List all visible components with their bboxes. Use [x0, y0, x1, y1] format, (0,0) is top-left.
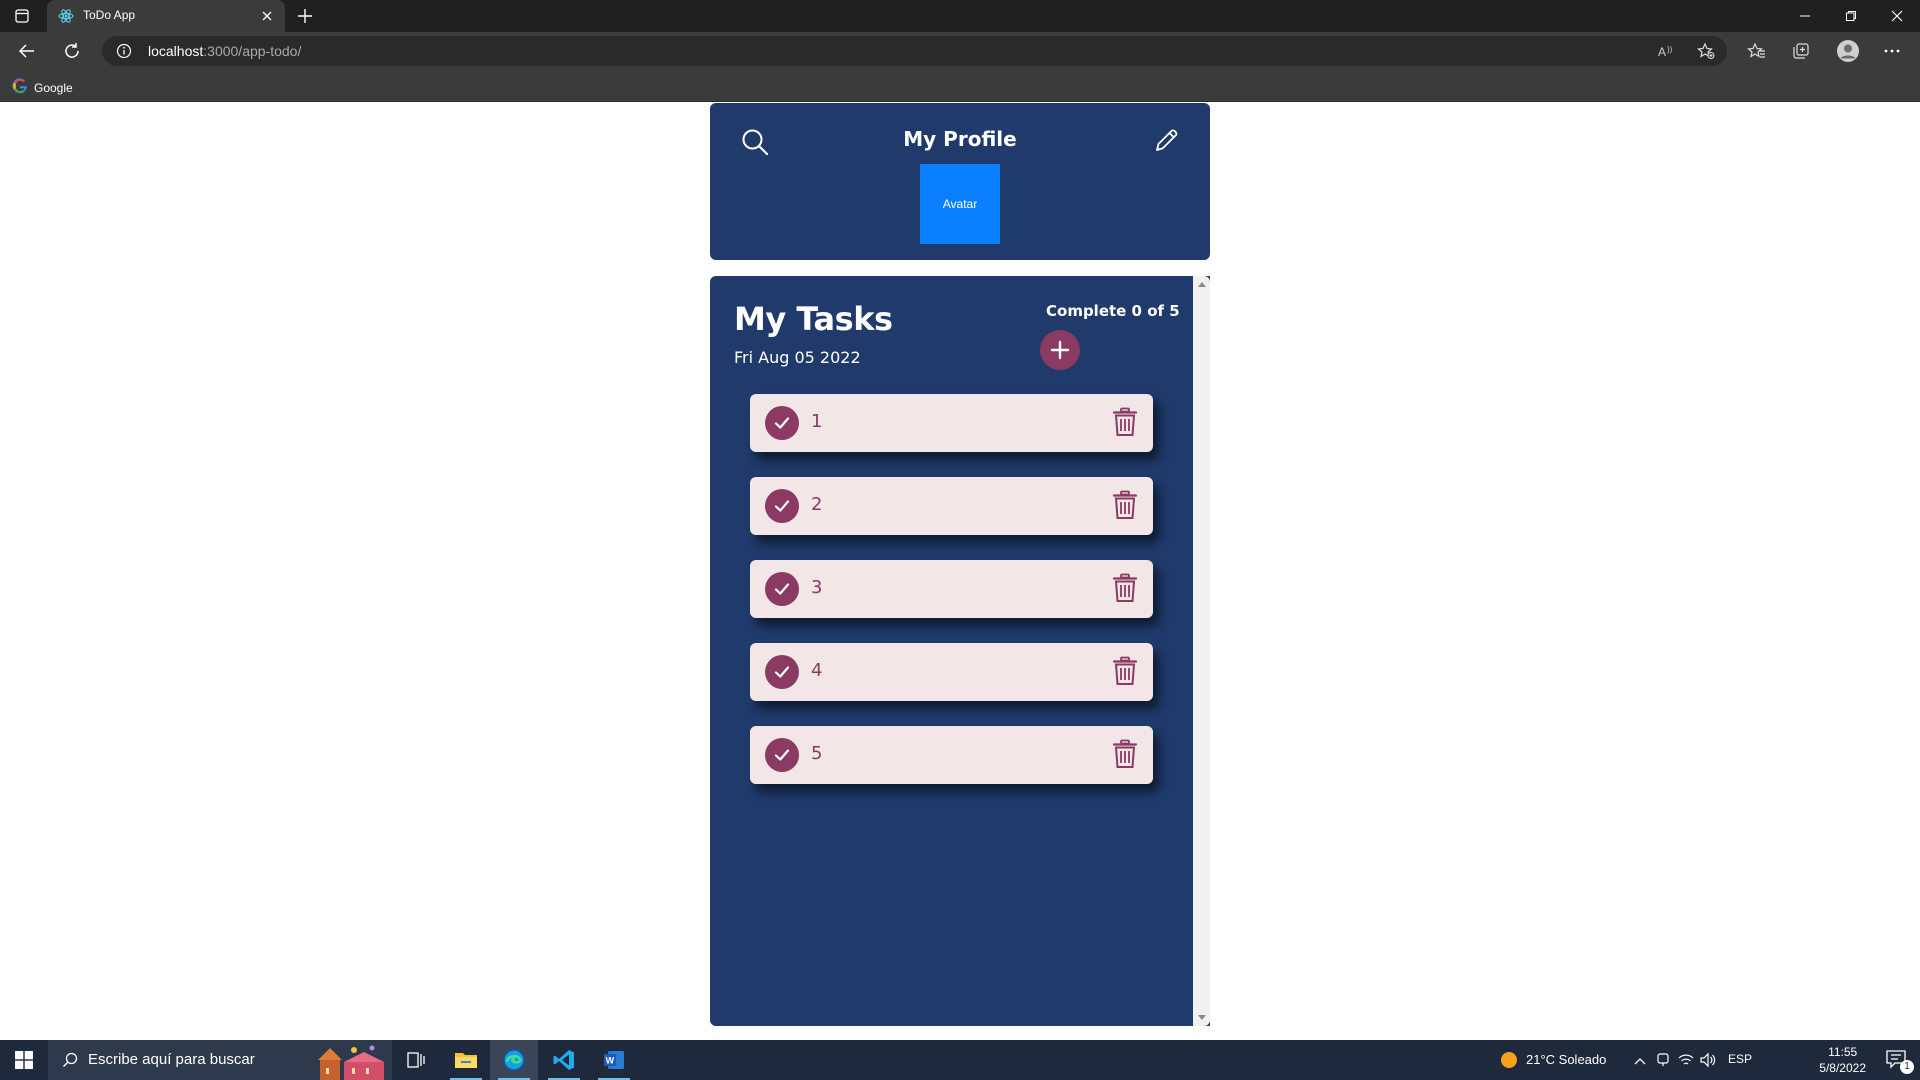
completion-counter: Complete 0 of 5	[1046, 302, 1180, 320]
volume-icon[interactable]	[1700, 1052, 1716, 1072]
complete-task-button[interactable]	[765, 406, 799, 440]
window-controls	[1782, 0, 1920, 32]
react-icon	[58, 8, 74, 24]
wifi-icon[interactable]	[1678, 1052, 1694, 1072]
file-explorer-icon[interactable]	[442, 1040, 490, 1080]
search-icon	[62, 1052, 78, 1068]
trash-icon[interactable]	[1112, 573, 1138, 603]
taskbar-search-placeholder: Escribe aquí para buscar	[88, 1051, 255, 1068]
url-host: localhost	[148, 43, 204, 59]
bookmark-google[interactable]: Google	[12, 78, 73, 98]
vscode-icon[interactable]	[540, 1040, 588, 1080]
browser-tab[interactable]: ToDo App	[47, 0, 285, 32]
avatar[interactable]: Avatar	[920, 164, 1000, 244]
trash-icon[interactable]	[1112, 656, 1138, 686]
add-task-button[interactable]	[1040, 330, 1080, 370]
notifications-icon[interactable]: 1	[1886, 1050, 1914, 1074]
task-list: 1 2 3 4 5	[750, 394, 1153, 809]
read-aloud-icon[interactable]: A))	[1657, 42, 1675, 60]
task-label: 1	[811, 411, 823, 432]
info-icon[interactable]	[116, 43, 132, 59]
task-view-icon[interactable]	[392, 1040, 440, 1080]
google-icon	[12, 78, 28, 98]
trash-icon[interactable]	[1112, 739, 1138, 769]
url-path: :3000/app-todo/	[203, 43, 302, 59]
word-icon[interactable]: W	[590, 1040, 638, 1080]
edge-browser-icon[interactable]	[490, 1040, 538, 1080]
edit-pencil-icon[interactable]	[1152, 127, 1180, 155]
profile-title: My Profile	[903, 127, 1017, 151]
tasks-title: My Tasks	[734, 300, 893, 338]
collections-icon[interactable]	[1791, 41, 1811, 61]
checkmark-icon	[774, 666, 790, 678]
complete-task-button[interactable]	[765, 572, 799, 606]
meet-now-icon[interactable]	[1656, 1052, 1670, 1072]
task-label: 5	[811, 743, 823, 764]
back-arrow-icon[interactable]	[17, 41, 37, 61]
scroll-down-arrow-icon[interactable]	[1198, 1015, 1206, 1020]
minimize-icon[interactable]	[1782, 0, 1828, 32]
chevron-up-icon[interactable]	[1634, 1053, 1646, 1072]
task-label: 4	[811, 660, 823, 681]
close-tab-icon[interactable]	[259, 8, 275, 24]
add-favorite-icon[interactable]	[1697, 42, 1715, 60]
address-bar[interactable]: localhost:3000/app-todo/ A))	[102, 36, 1727, 66]
browser-toolbar: localhost:3000/app-todo/ A))	[0, 32, 1920, 70]
url-text[interactable]: localhost:3000/app-todo/	[148, 43, 301, 59]
language-indicator[interactable]: ESP	[1728, 1052, 1752, 1066]
trash-icon[interactable]	[1112, 490, 1138, 520]
checkmark-icon	[774, 749, 790, 761]
task-item: 3	[750, 560, 1153, 618]
tab-title: ToDo App	[83, 8, 136, 22]
checkmark-icon	[774, 417, 790, 429]
windows-start-icon[interactable]	[0, 1040, 48, 1080]
checkmark-icon	[774, 500, 790, 512]
task-label: 2	[811, 494, 823, 515]
profile-icon[interactable]	[1836, 39, 1860, 63]
plus-icon	[1050, 340, 1070, 360]
clock-date: 5/8/2022	[1819, 1061, 1866, 1075]
svg-text:A: A	[1658, 45, 1666, 59]
svg-text:W: W	[606, 1056, 615, 1066]
task-item: 5	[750, 726, 1153, 784]
tasks-panel: My Tasks Fri Aug 05 2022 Complete 0 of 5…	[710, 276, 1210, 1026]
tab-actions-icon[interactable]	[14, 8, 30, 24]
profile-card: My Profile Avatar	[710, 103, 1210, 260]
notification-count: 1	[1900, 1060, 1914, 1074]
trash-icon[interactable]	[1112, 407, 1138, 437]
svg-text:)): ))	[1667, 45, 1673, 54]
complete-task-button[interactable]	[765, 489, 799, 523]
search-highlight-illustration	[310, 1044, 388, 1080]
sun-weather-icon[interactable]	[1500, 1051, 1518, 1069]
new-tab-icon[interactable]	[296, 7, 314, 25]
close-window-icon[interactable]	[1874, 0, 1920, 32]
task-item: 1	[750, 394, 1153, 452]
favorites-icon[interactable]	[1746, 41, 1766, 61]
complete-task-button[interactable]	[765, 738, 799, 772]
more-menu-icon[interactable]	[1882, 41, 1902, 61]
bookmark-label: Google	[34, 81, 73, 95]
restore-icon[interactable]	[1828, 0, 1874, 32]
browser-tab-bar: ToDo App	[0, 0, 1920, 32]
task-item: 2	[750, 477, 1153, 535]
tasks-scrollbar[interactable]	[1193, 276, 1210, 1026]
windows-taskbar: Escribe aquí para buscar W 21°C Soleado	[0, 1040, 1920, 1080]
scroll-up-arrow-icon[interactable]	[1198, 282, 1206, 287]
clock[interactable]: 11:55 5/8/2022	[1819, 1044, 1866, 1076]
tasks-date: Fri Aug 05 2022	[734, 348, 861, 367]
weather-text[interactable]: 21°C Soleado	[1526, 1052, 1606, 1067]
taskbar-search-box[interactable]: Escribe aquí para buscar	[48, 1040, 392, 1080]
checkmark-icon	[774, 583, 790, 595]
refresh-icon[interactable]	[62, 41, 82, 61]
task-item: 4	[750, 643, 1153, 701]
task-label: 3	[811, 577, 823, 598]
complete-task-button[interactable]	[765, 655, 799, 689]
clock-time: 11:55	[1828, 1045, 1858, 1059]
bookmarks-bar: Google	[0, 70, 1920, 102]
